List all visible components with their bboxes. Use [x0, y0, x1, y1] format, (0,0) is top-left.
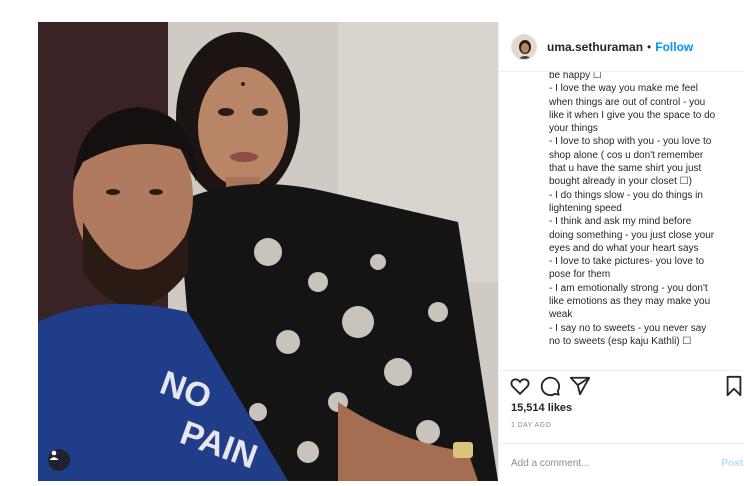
caption-line: that u have the same shirt you just — [549, 163, 702, 175]
bookmark-icon[interactable] — [723, 375, 744, 397]
username-link[interactable]: uma.sethuraman — [547, 40, 643, 54]
post-header: uma.sethuraman • Follow — [499, 22, 744, 72]
caption-line: like it when I give you the space to do — [549, 109, 716, 121]
likes-count[interactable]: 15,514 likes — [511, 402, 572, 414]
share-icon[interactable] — [569, 375, 591, 397]
comment-input[interactable]: Add a comment... — [511, 458, 589, 469]
caption-line: - I love the way you make me feel — [549, 83, 698, 95]
comment-form: Add a comment... Post — [499, 443, 744, 482]
caption-line: doing something - you just close your — [549, 229, 715, 241]
avatar[interactable] — [511, 33, 537, 60]
post-side-panel: uma.sethuraman • Follow be happy ☐ - I l… — [498, 22, 744, 481]
caption-line: - I do things slow - you do things in — [549, 189, 703, 201]
follow-button[interactable]: Follow — [655, 40, 693, 54]
caption-line: eyes and do what your heart says — [549, 242, 699, 254]
heart-icon[interactable] — [509, 375, 531, 397]
post-actions: 15,514 likes 1 DAY AGO Add a comment... … — [499, 370, 744, 481]
tag-people-button[interactable] — [48, 449, 70, 471]
post-comment-button[interactable]: Post — [721, 458, 743, 469]
caption-line: bought already in your closet ☐) — [549, 176, 692, 188]
caption-line: weak — [549, 309, 573, 321]
caption-line: - I say no to sweets - you never say — [549, 322, 707, 334]
post-timestamp[interactable]: 1 DAY AGO — [511, 422, 551, 429]
caption-text: be happy ☐ - I love the way you make me … — [549, 72, 743, 348]
action-icons-row — [509, 375, 744, 399]
caption-line: - I think and ask my mind before — [549, 216, 692, 228]
caption-line: when things are out of control - you — [549, 96, 706, 108]
caption-line: like emotions as they may make you — [549, 296, 711, 308]
caption-line: - I am emotionally strong - you don't — [549, 282, 708, 294]
photo-image: NO PAIN — [38, 22, 498, 481]
user-tag-icon — [49, 450, 59, 460]
caption-line: - I love to shop with you - you love to — [549, 136, 712, 148]
header-separator: • — [647, 39, 652, 54]
caption-scroll-area[interactable]: be happy ☐ - I love the way you make me … — [511, 72, 743, 370]
avatar-image — [512, 34, 536, 59]
post-photo[interactable]: NO PAIN — [38, 22, 498, 481]
caption-line: - I love to take pictures- you love to — [549, 256, 705, 268]
caption-line: no to sweets (esp kaju Kathli) ☐ — [549, 335, 692, 347]
caption-line: your things — [549, 123, 598, 135]
caption-line: pose for them — [549, 269, 611, 281]
caption-line: shop alone ( cos u don't remember — [549, 149, 704, 161]
caption-line: be happy ☐ — [549, 72, 602, 81]
caption-line: lightening speed — [549, 202, 622, 214]
comment-icon[interactable] — [539, 375, 561, 397]
